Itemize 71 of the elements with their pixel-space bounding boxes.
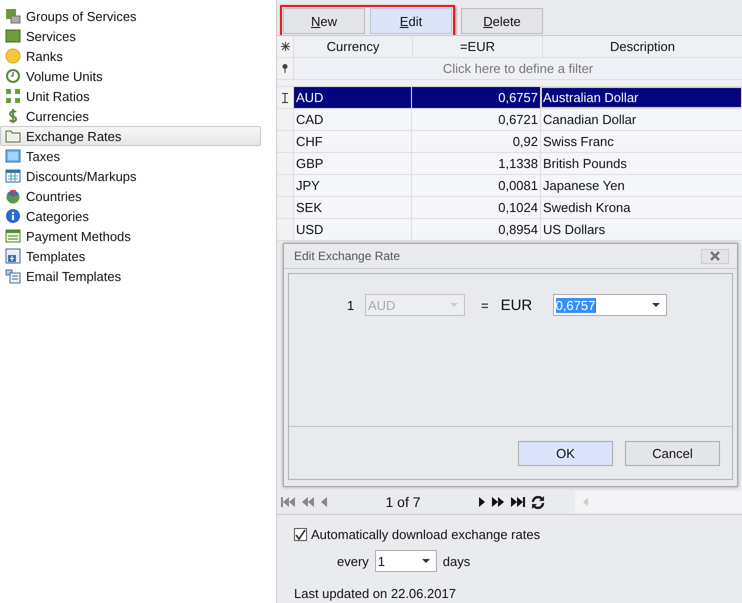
- table-cell[interactable]: 0,92: [412, 131, 541, 152]
- previous-page-icon[interactable]: [301, 496, 315, 508]
- caret-icon: [422, 559, 430, 563]
- equals-sign: =: [481, 298, 489, 312]
- table-cell[interactable]: Canadian Dollar: [541, 109, 742, 130]
- sidebar-item[interactable]: Currencies: [0, 106, 261, 126]
- amount-label: 1: [347, 298, 356, 312]
- caret-icon: [450, 303, 458, 307]
- table-cell[interactable]: GBP: [294, 153, 412, 174]
- dialog-button[interactable]: Cancel: [625, 440, 720, 466]
- edit-cursor-icon: [282, 92, 288, 102]
- first-page-icon[interactable]: [281, 496, 295, 508]
- row-indicator[interactable]: [277, 87, 294, 108]
- horizontal-scrollbar[interactable]: [575, 491, 742, 513]
- table-cell[interactable]: SEK: [294, 197, 412, 218]
- table-cell[interactable]: USD: [294, 219, 412, 240]
- table-cell[interactable]: AUD: [294, 87, 412, 108]
- sidebar-item[interactable]: Discounts/Markups: [0, 166, 261, 186]
- last-page-icon[interactable]: [511, 496, 525, 508]
- sidebar-item[interactable]: Payment Methods: [0, 226, 261, 246]
- dialog-button[interactable]: OK: [518, 440, 613, 466]
- sidebar-item[interactable]: Email Templates: [0, 266, 261, 286]
- sidebar-item[interactable]: Countries: [0, 186, 261, 206]
- target-currency-label: EUR: [500, 296, 534, 314]
- column-header[interactable]: Currency: [294, 36, 413, 57]
- toolbar-button[interactable]: Edit: [370, 8, 452, 34]
- table-cell[interactable]: 0,1024: [412, 197, 541, 218]
- table-cell[interactable]: Swedish Krona: [541, 197, 742, 218]
- interval-dropdown[interactable]: 1: [374, 550, 437, 572]
- column-header[interactable]: =EUR: [413, 36, 543, 57]
- refresh-icon[interactable]: [531, 496, 545, 508]
- checkbox[interactable]: [294, 528, 307, 540]
- table-cell[interactable]: 0,0081: [412, 175, 541, 196]
- caret-icon: [652, 303, 660, 307]
- table-cell[interactable]: 0,6757: [412, 87, 541, 108]
- table-cell[interactable]: Australian Dollar: [541, 87, 742, 108]
- table-cell[interactable]: 0,6721: [412, 109, 541, 130]
- sidebar-item[interactable]: Templates: [0, 246, 261, 266]
- table-cell[interactable]: JPY: [294, 175, 412, 196]
- next-icon[interactable]: [478, 496, 485, 508]
- sidebar-item[interactable]: Exchange Rates: [0, 126, 261, 146]
- sidebar-item[interactable]: Categories: [0, 206, 261, 226]
- dialog-title: Edit Exchange Rate: [294, 249, 400, 263]
- sidebar-item[interactable]: Unit Ratios: [0, 86, 261, 106]
- last-updated-text: Last updated on 22.06.2017: [294, 585, 457, 601]
- asterisk-icon: [280, 42, 290, 51]
- table-cell[interactable]: Japanese Yen: [541, 175, 742, 196]
- sidebar-item[interactable]: Taxes: [0, 146, 261, 166]
- sidebar-item[interactable]: Volume Units: [0, 66, 261, 86]
- close-button[interactable]: [701, 248, 729, 264]
- page-indicator: 1 of 7: [384, 494, 422, 510]
- days-label: days: [442, 554, 470, 568]
- every-label: every: [337, 554, 369, 568]
- column-header[interactable]: Description: [543, 36, 742, 57]
- table-cell[interactable]: CHF: [294, 131, 412, 152]
- previous-icon[interactable]: [321, 496, 328, 508]
- sidebar-item[interactable]: Ranks: [0, 46, 261, 66]
- sidebar-item[interactable]: Groups of Services: [0, 6, 261, 26]
- table-cell[interactable]: 1,1338: [412, 153, 541, 174]
- next-page-icon[interactable]: [491, 496, 505, 508]
- table-cell[interactable]: CAD: [294, 109, 412, 130]
- table-cell[interactable]: US Dollars: [541, 219, 742, 240]
- table-cell[interactable]: 0,8954: [412, 219, 541, 240]
- table-cell[interactable]: Swiss Franc: [541, 131, 742, 152]
- pin-icon: [282, 64, 288, 73]
- toolbar-button[interactable]: Delete: [461, 8, 543, 34]
- table-cell[interactable]: British Pounds: [541, 153, 742, 174]
- sidebar-item[interactable]: Services: [0, 26, 261, 46]
- close-icon: [709, 251, 721, 261]
- toolbar-button[interactable]: New: [283, 8, 365, 34]
- checkbox-label[interactable]: Automatically download exchange rates: [311, 526, 540, 542]
